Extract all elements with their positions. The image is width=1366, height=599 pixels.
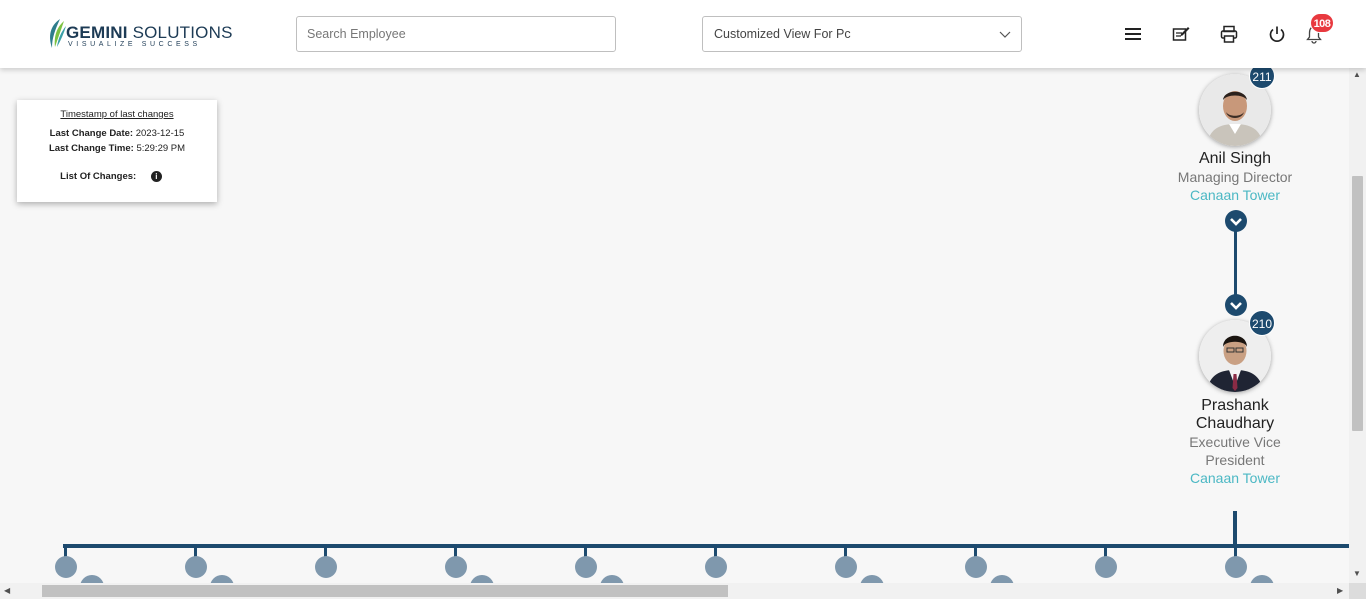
employee-location: Canaan Tower — [1189, 187, 1281, 203]
timestamp-card: Timestamp of last changes Last Change Da… — [17, 100, 217, 202]
menu-icon[interactable] — [1123, 24, 1143, 44]
connector-line — [1234, 230, 1237, 296]
scroll-left-arrow-icon[interactable]: ◀ — [4, 586, 10, 595]
top-header: GEMINI SOLUTIONS VISUALIZE SUCCESS Custo… — [0, 0, 1366, 68]
scrollbar-corner — [1349, 583, 1366, 599]
child-expand-toggle[interactable] — [1225, 556, 1247, 578]
leaf-logo-icon — [50, 19, 66, 48]
scroll-down-arrow-icon[interactable]: ▼ — [1353, 569, 1361, 578]
view-select-value: Customized View For Pc — [714, 27, 851, 41]
horizontal-scrollbar-thumb[interactable] — [42, 585, 728, 597]
child-expand-toggle[interactable] — [185, 556, 207, 578]
edit-notes-icon[interactable] — [1171, 24, 1191, 44]
last-change-time-value: 5:29:29 PM — [136, 143, 186, 154]
child-expand-toggle[interactable] — [315, 556, 337, 578]
list-of-changes-label: List Of Changes: — [60, 171, 137, 183]
employee-title: Managing Director — [1177, 169, 1293, 185]
employee-name[interactable]: Anil Singh — [1165, 150, 1305, 168]
child-expand-toggle[interactable] — [55, 556, 77, 578]
child-expand-toggle[interactable] — [1095, 556, 1117, 578]
notification-count-badge: 108 — [1310, 13, 1334, 33]
connector-line — [1233, 511, 1237, 547]
child-expand-toggle[interactable] — [575, 556, 597, 578]
child-expand-toggle[interactable] — [835, 556, 857, 578]
employee-title: Executive Vice President — [1189, 434, 1281, 468]
collapse-toggle[interactable] — [1225, 210, 1247, 232]
print-icon[interactable] — [1219, 24, 1239, 44]
employee-location: Canaan Tower — [1189, 470, 1281, 486]
child-expand-toggle[interactable] — [965, 556, 987, 578]
timestamp-title: Timestamp of last changes — [60, 109, 174, 120]
chevron-down-icon — [1230, 302, 1242, 310]
chevron-down-icon — [999, 31, 1011, 38]
last-change-time-label: Last Change Time: — [48, 143, 134, 154]
search-employee-input[interactable] — [296, 16, 616, 52]
list-of-changes: List Of Changes: i — [11, 171, 211, 182]
last-change-date: Last Change Date: 2023-12-15 — [17, 128, 217, 139]
logo-tagline: VISUALIZE SUCCESS — [68, 41, 201, 48]
child-expand-toggle[interactable] — [445, 556, 467, 578]
view-select[interactable]: Customized View For Pc — [702, 16, 1022, 52]
children-connector-line — [63, 544, 1349, 548]
logo-text: GEMINI SOLUTIONS — [66, 23, 233, 42]
info-icon[interactable]: i — [150, 171, 162, 182]
last-change-time: Last Change Time: 5:29:29 PM — [17, 143, 217, 154]
child-expand-toggle[interactable] — [705, 556, 727, 578]
scroll-up-arrow-icon[interactable]: ▲ — [1353, 70, 1361, 79]
expand-toggle[interactable] — [1225, 294, 1247, 316]
last-change-date-label: Last Change Date: — [49, 128, 134, 139]
scroll-right-arrow-icon[interactable]: ▶ — [1337, 586, 1343, 595]
employee-name[interactable]: Prashank Chaudhary — [1165, 397, 1305, 433]
last-change-date-value: 2023-12-15 — [135, 128, 185, 139]
company-logo[interactable]: GEMINI SOLUTIONS VISUALIZE SUCCESS — [46, 18, 232, 52]
vertical-scrollbar-thumb[interactable] — [1352, 176, 1363, 431]
power-icon[interactable] — [1267, 24, 1287, 44]
reportee-count-badge: 210 — [1249, 310, 1275, 336]
chevron-down-icon — [1230, 218, 1242, 226]
